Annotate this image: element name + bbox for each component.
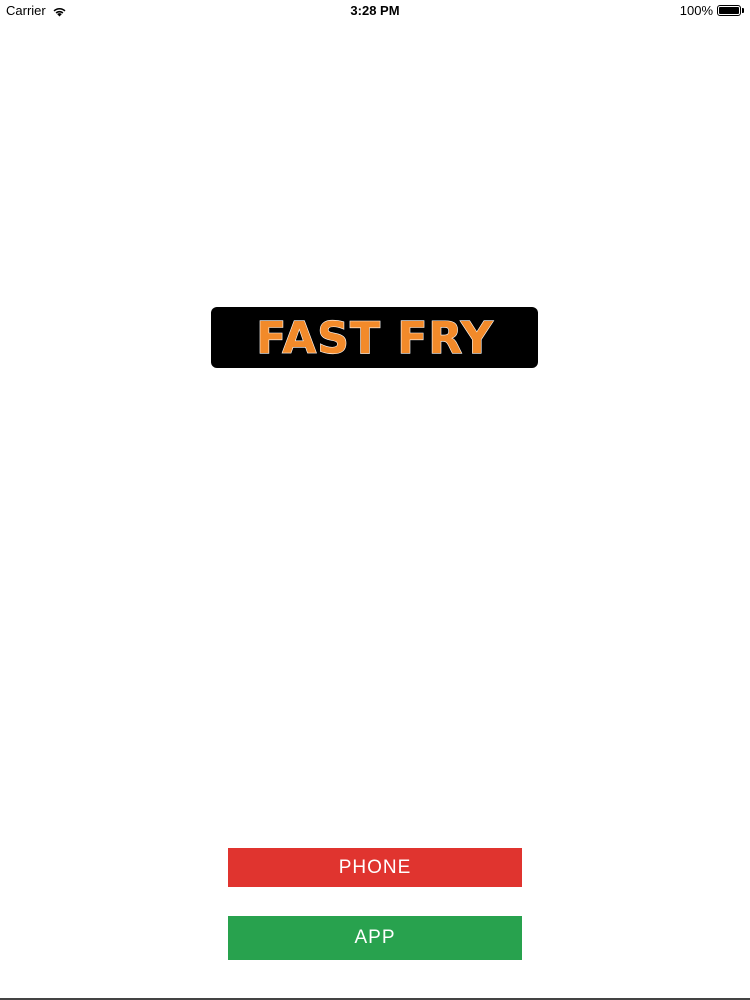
status-right: 100% bbox=[680, 3, 744, 18]
logo-graphic: FAST FRY bbox=[255, 313, 494, 363]
app-screen: Carrier 3:28 PM 100% FAST FRY PHONE APP bbox=[0, 0, 750, 1000]
phone-button-label: PHONE bbox=[338, 856, 412, 878]
battery-cap bbox=[742, 8, 744, 13]
fast-fry-logo: FAST FRY bbox=[211, 307, 538, 368]
logo-text: FAST FRY bbox=[256, 313, 494, 363]
battery-percent: 100% bbox=[679, 3, 713, 18]
status-bar: Carrier 3:28 PM 100% bbox=[0, 0, 750, 22]
app-button[interactable]: APP bbox=[228, 916, 522, 960]
app-button-label: APP bbox=[354, 927, 396, 948]
battery-fill bbox=[719, 7, 739, 14]
phone-button[interactable]: PHONE bbox=[228, 848, 522, 887]
status-time: 3:28 PM bbox=[350, 3, 400, 18]
battery-icon bbox=[717, 5, 741, 16]
